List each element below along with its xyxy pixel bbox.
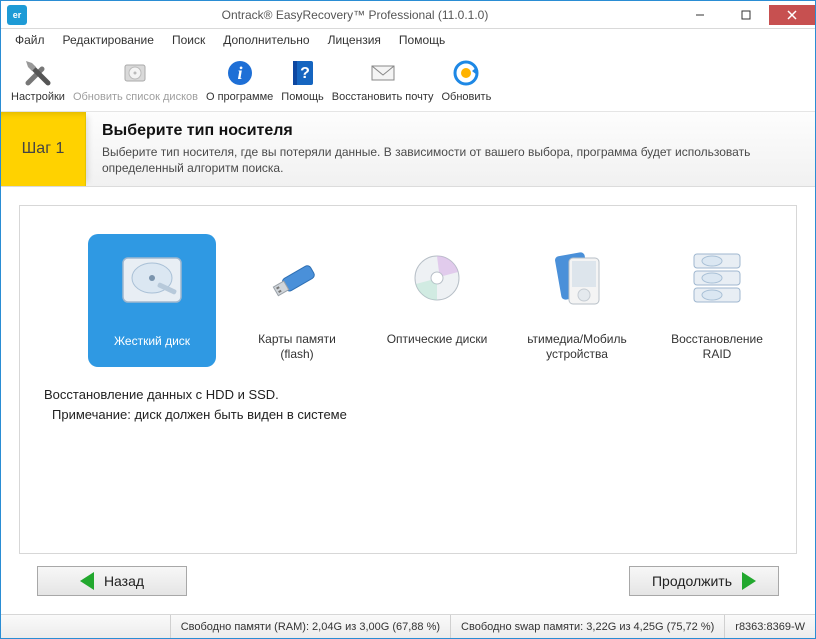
media-type-panel: Жесткий диск Карты памяти (flash): [19, 205, 797, 554]
minimize-button[interactable]: [677, 5, 723, 25]
tile-raid-label: Восстановление RAID: [660, 332, 774, 361]
toolbar-update-label: Обновить: [442, 91, 492, 103]
usb-flash-icon: [249, 240, 345, 316]
svg-text:?: ?: [300, 65, 310, 82]
status-build: r8363:8369-W: [724, 615, 815, 638]
toolbar-about-label: О программе: [206, 91, 273, 103]
selection-description-line1: Восстановление данных с HDD и SSD.: [44, 385, 778, 405]
title-bar: er Ontrack® EasyRecovery™ Professional (…: [1, 1, 815, 29]
window-title: Ontrack® EasyRecovery™ Professional (11.…: [33, 8, 677, 22]
arrow-right-icon: [742, 572, 756, 590]
disk-refresh-icon: [119, 57, 151, 89]
arrow-left-icon: [80, 572, 94, 590]
mail-icon: [367, 57, 399, 89]
step-title: Выберите тип носителя: [102, 122, 799, 140]
app-icon: er: [7, 5, 27, 25]
toolbar-recover-mail-button[interactable]: Восстановить почту: [328, 55, 438, 105]
menu-advanced[interactable]: Дополнительно: [215, 31, 317, 49]
maximize-button[interactable]: [723, 5, 769, 25]
toolbar-help-button[interactable]: ? Помощь: [277, 55, 328, 105]
menu-help[interactable]: Помощь: [391, 31, 453, 49]
navigation-row: Назад Продолжить: [19, 554, 797, 610]
toolbar-refresh-disks-label: Обновить список дисков: [73, 91, 198, 103]
tile-optical[interactable]: Оптические диски: [378, 234, 496, 367]
hard-disk-icon: [104, 242, 200, 318]
menu-file[interactable]: Файл: [7, 31, 53, 49]
tile-hard-disk-label: Жесткий диск: [114, 334, 190, 348]
menu-edit[interactable]: Редактирование: [55, 31, 162, 49]
step-subtitle: Выберите тип носителя, где вы потеряли д…: [102, 144, 799, 176]
next-button-label: Продолжить: [652, 573, 732, 589]
toolbar-refresh-disks-button[interactable]: Обновить список дисков: [69, 55, 202, 105]
menu-search[interactable]: Поиск: [164, 31, 213, 49]
window-controls: [677, 5, 815, 25]
tile-mobile-label: ьтимедиа/Мобиль устройства: [520, 332, 634, 361]
help-icon: ?: [287, 57, 319, 89]
menu-license[interactable]: Лицензия: [320, 31, 389, 49]
tile-mobile[interactable]: ьтимедиа/Мобиль устройства: [518, 234, 636, 367]
info-icon: i: [224, 57, 256, 89]
toolbar-help-label: Помощь: [281, 91, 324, 103]
svg-text:i: i: [237, 63, 242, 83]
raid-icon: [669, 240, 765, 316]
step-badge: Шаг 1: [1, 112, 86, 186]
back-button-label: Назад: [104, 573, 144, 589]
toolbar-recover-mail-label: Восстановить почту: [332, 91, 434, 103]
tile-hard-disk[interactable]: Жесткий диск: [88, 234, 216, 367]
next-button[interactable]: Продолжить: [629, 566, 779, 596]
status-swap: Свободно swap памяти: 3,22G из 4,25G (75…: [450, 615, 724, 638]
step-description: Выберите тип носителя Выберите тип носит…: [86, 112, 815, 186]
status-ram: Свободно памяти (RAM): 2,04G из 3,00G (6…: [170, 615, 450, 638]
tile-optical-label: Оптические диски: [387, 332, 488, 346]
tile-raid[interactable]: Восстановление RAID: [658, 234, 776, 367]
close-button[interactable]: [769, 5, 815, 25]
optical-disc-icon: [389, 240, 485, 316]
toolbar-about-button[interactable]: i О программе: [202, 55, 277, 105]
content-area: Жесткий диск Карты памяти (flash): [1, 187, 815, 614]
step-header: Шаг 1 Выберите тип носителя Выберите тип…: [1, 111, 815, 187]
selection-description: Восстановление данных с HDD и SSD. Приме…: [44, 385, 778, 424]
selection-description-line2: Примечание: диск должен быть виден в сис…: [52, 405, 778, 425]
settings-icon: [22, 57, 54, 89]
menu-bar: Файл Редактирование Поиск Дополнительно …: [1, 29, 815, 51]
app-window: er Ontrack® EasyRecovery™ Professional (…: [0, 0, 816, 639]
media-type-tiles: Жесткий диск Карты памяти (flash): [88, 234, 778, 367]
toolbar: Настройки Обновить список дисков i О про…: [1, 51, 815, 111]
back-button[interactable]: Назад: [37, 566, 187, 596]
toolbar-settings-label: Настройки: [11, 91, 65, 103]
tile-flash[interactable]: Карты памяти (flash): [238, 234, 356, 367]
mobile-device-icon: [529, 240, 625, 316]
tile-flash-label: Карты памяти (flash): [240, 332, 354, 361]
update-icon: [450, 57, 482, 89]
toolbar-settings-button[interactable]: Настройки: [7, 55, 69, 105]
status-bar: Свободно памяти (RAM): 2,04G из 3,00G (6…: [1, 614, 815, 638]
toolbar-update-button[interactable]: Обновить: [438, 55, 496, 105]
